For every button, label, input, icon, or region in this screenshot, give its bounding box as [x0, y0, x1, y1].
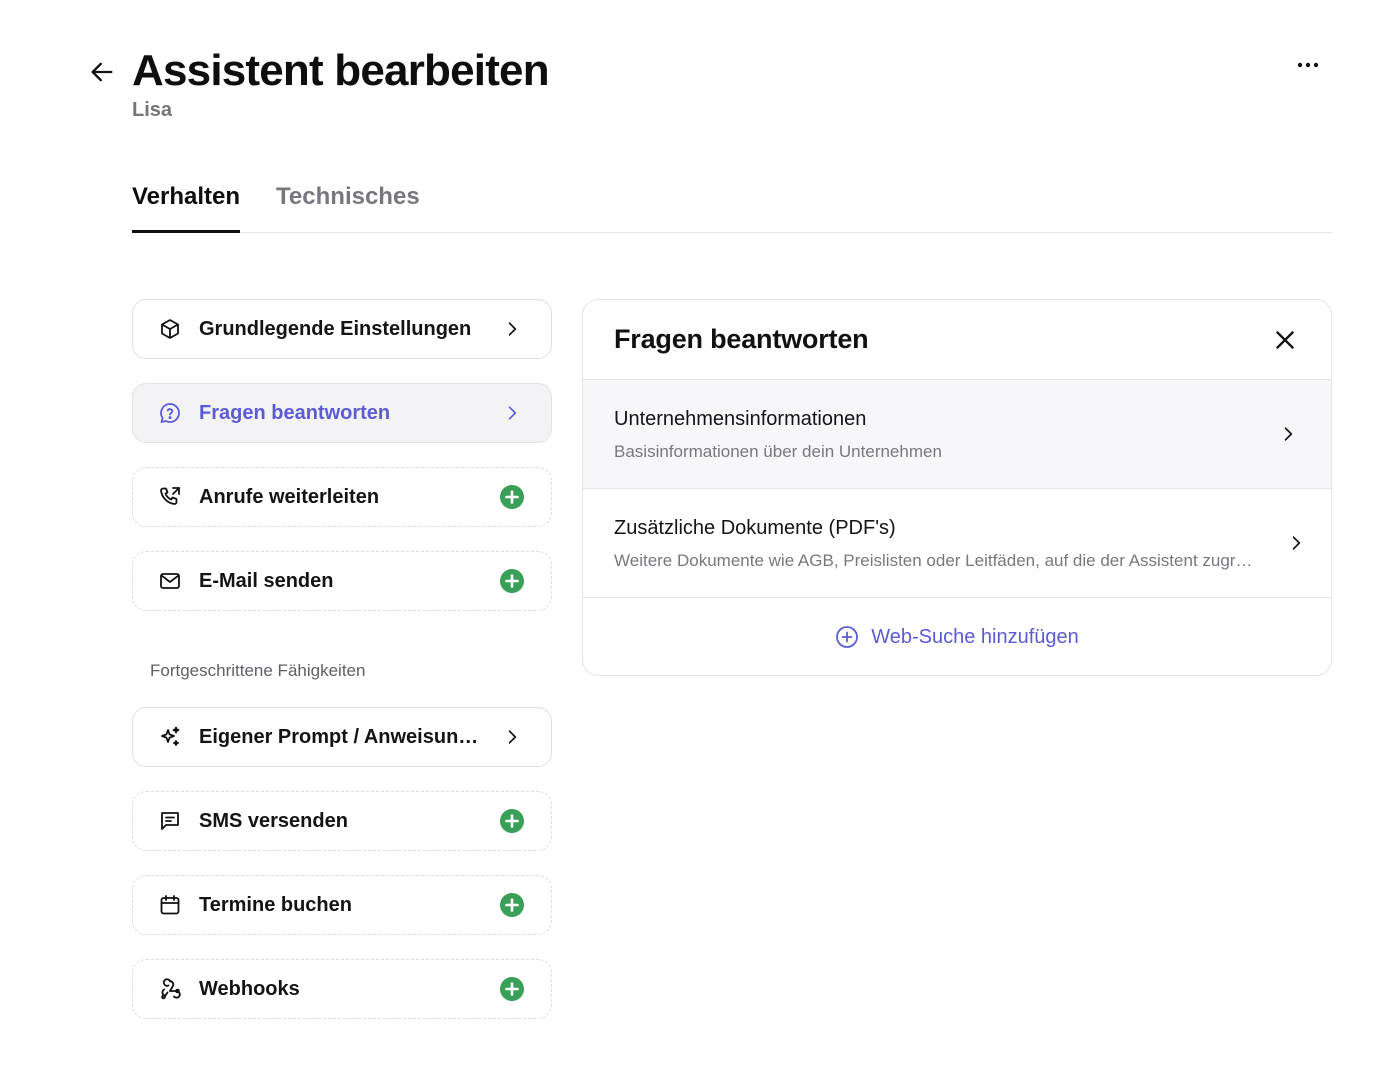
- capability-custom-prompt[interactable]: Eigener Prompt / Anweisungen: [132, 707, 552, 767]
- add-web-search-button[interactable]: Web-Suche hinzufügen: [583, 598, 1331, 675]
- add-circle-icon[interactable]: [499, 568, 525, 594]
- capability-label: E-Mail senden: [199, 569, 334, 592]
- more-horizontal-icon: [1297, 62, 1319, 68]
- calendar-icon: [157, 892, 183, 918]
- sparkles-icon: [157, 724, 183, 750]
- edit-assistant-page: Assistent bearbeiten Lisa Verhalten Tech…: [0, 0, 1376, 1084]
- add-web-search-label: Web-Suche hinzufügen: [871, 625, 1079, 648]
- chevron-right-icon: [499, 724, 525, 750]
- capability-webhooks[interactable]: Webhooks: [132, 959, 552, 1019]
- webhook-icon: [157, 976, 183, 1002]
- add-circle-icon[interactable]: [499, 808, 525, 834]
- box-icon: [157, 316, 183, 342]
- arrow-left-icon: [91, 62, 113, 82]
- row-description: Basisinformationen über dein Unternehmen: [614, 442, 942, 461]
- tab-verhalten[interactable]: Verhalten: [132, 180, 241, 233]
- close-button[interactable]: [1269, 324, 1301, 356]
- panel-title: Fragen beantworten: [614, 324, 869, 354]
- capability-label: Grundlegende Einstellungen: [199, 317, 472, 340]
- row-title: Unternehmensinformationen: [614, 408, 867, 430]
- phone-forward-icon: [157, 484, 183, 510]
- chevron-right-icon: [499, 400, 525, 426]
- chevron-right-icon: [1276, 422, 1300, 446]
- tab-bar: Verhalten Technisches: [132, 180, 1332, 233]
- capability-label: Eigener Prompt / Anweisungen: [199, 725, 487, 748]
- capability-book-appointments[interactable]: Termine buchen: [132, 875, 552, 935]
- close-icon: [1276, 330, 1294, 349]
- add-circle-icon[interactable]: [499, 484, 525, 510]
- capability-label: Termine buchen: [199, 893, 352, 916]
- assistant-name: Lisa: [132, 99, 173, 121]
- capability-label: Anrufe weiterleiten: [199, 485, 380, 508]
- plus-circle-icon: [836, 626, 859, 648]
- capability-label: Webhooks: [199, 977, 300, 1000]
- advanced-section-label: Fortgeschrittene Fähigkeiten: [150, 661, 366, 680]
- additional-documents-row[interactable]: Zusätzliche Dokumente (PDF's) Weitere Do…: [583, 489, 1331, 598]
- mail-icon: [157, 568, 183, 594]
- chevron-right-icon: [1284, 531, 1308, 555]
- answer-questions-panel: Fragen beantworten Unternehmensinformati…: [582, 299, 1332, 676]
- company-info-row[interactable]: Unternehmensinformationen Basisinformati…: [583, 380, 1331, 489]
- more-options-button[interactable]: [1292, 52, 1324, 78]
- panel-header: Fragen beantworten: [583, 300, 1331, 380]
- add-circle-icon[interactable]: [499, 976, 525, 1002]
- chevron-right-icon: [499, 316, 525, 342]
- capability-answer-questions[interactable]: Fragen beantworten: [132, 383, 552, 443]
- capability-send-sms[interactable]: SMS versenden: [132, 791, 552, 851]
- message-question-icon: [157, 400, 183, 426]
- row-description: Weitere Dokumente wie AGB, Preislisten o…: [614, 551, 1256, 570]
- capability-label: SMS versenden: [199, 809, 348, 832]
- back-button[interactable]: [86, 56, 118, 88]
- add-circle-icon[interactable]: [499, 892, 525, 918]
- capability-forward-calls[interactable]: Anrufe weiterleiten: [132, 467, 552, 527]
- capability-send-email[interactable]: E-Mail senden: [132, 551, 552, 611]
- capability-basic-settings[interactable]: Grundlegende Einstellungen: [132, 299, 552, 359]
- row-title: Zusätzliche Dokumente (PDF's): [614, 517, 896, 539]
- capability-label: Fragen beantworten: [199, 401, 391, 424]
- tab-technisches[interactable]: Technisches: [276, 180, 420, 232]
- page-title: Assistent bearbeiten: [132, 46, 550, 95]
- message-text-icon: [157, 808, 183, 834]
